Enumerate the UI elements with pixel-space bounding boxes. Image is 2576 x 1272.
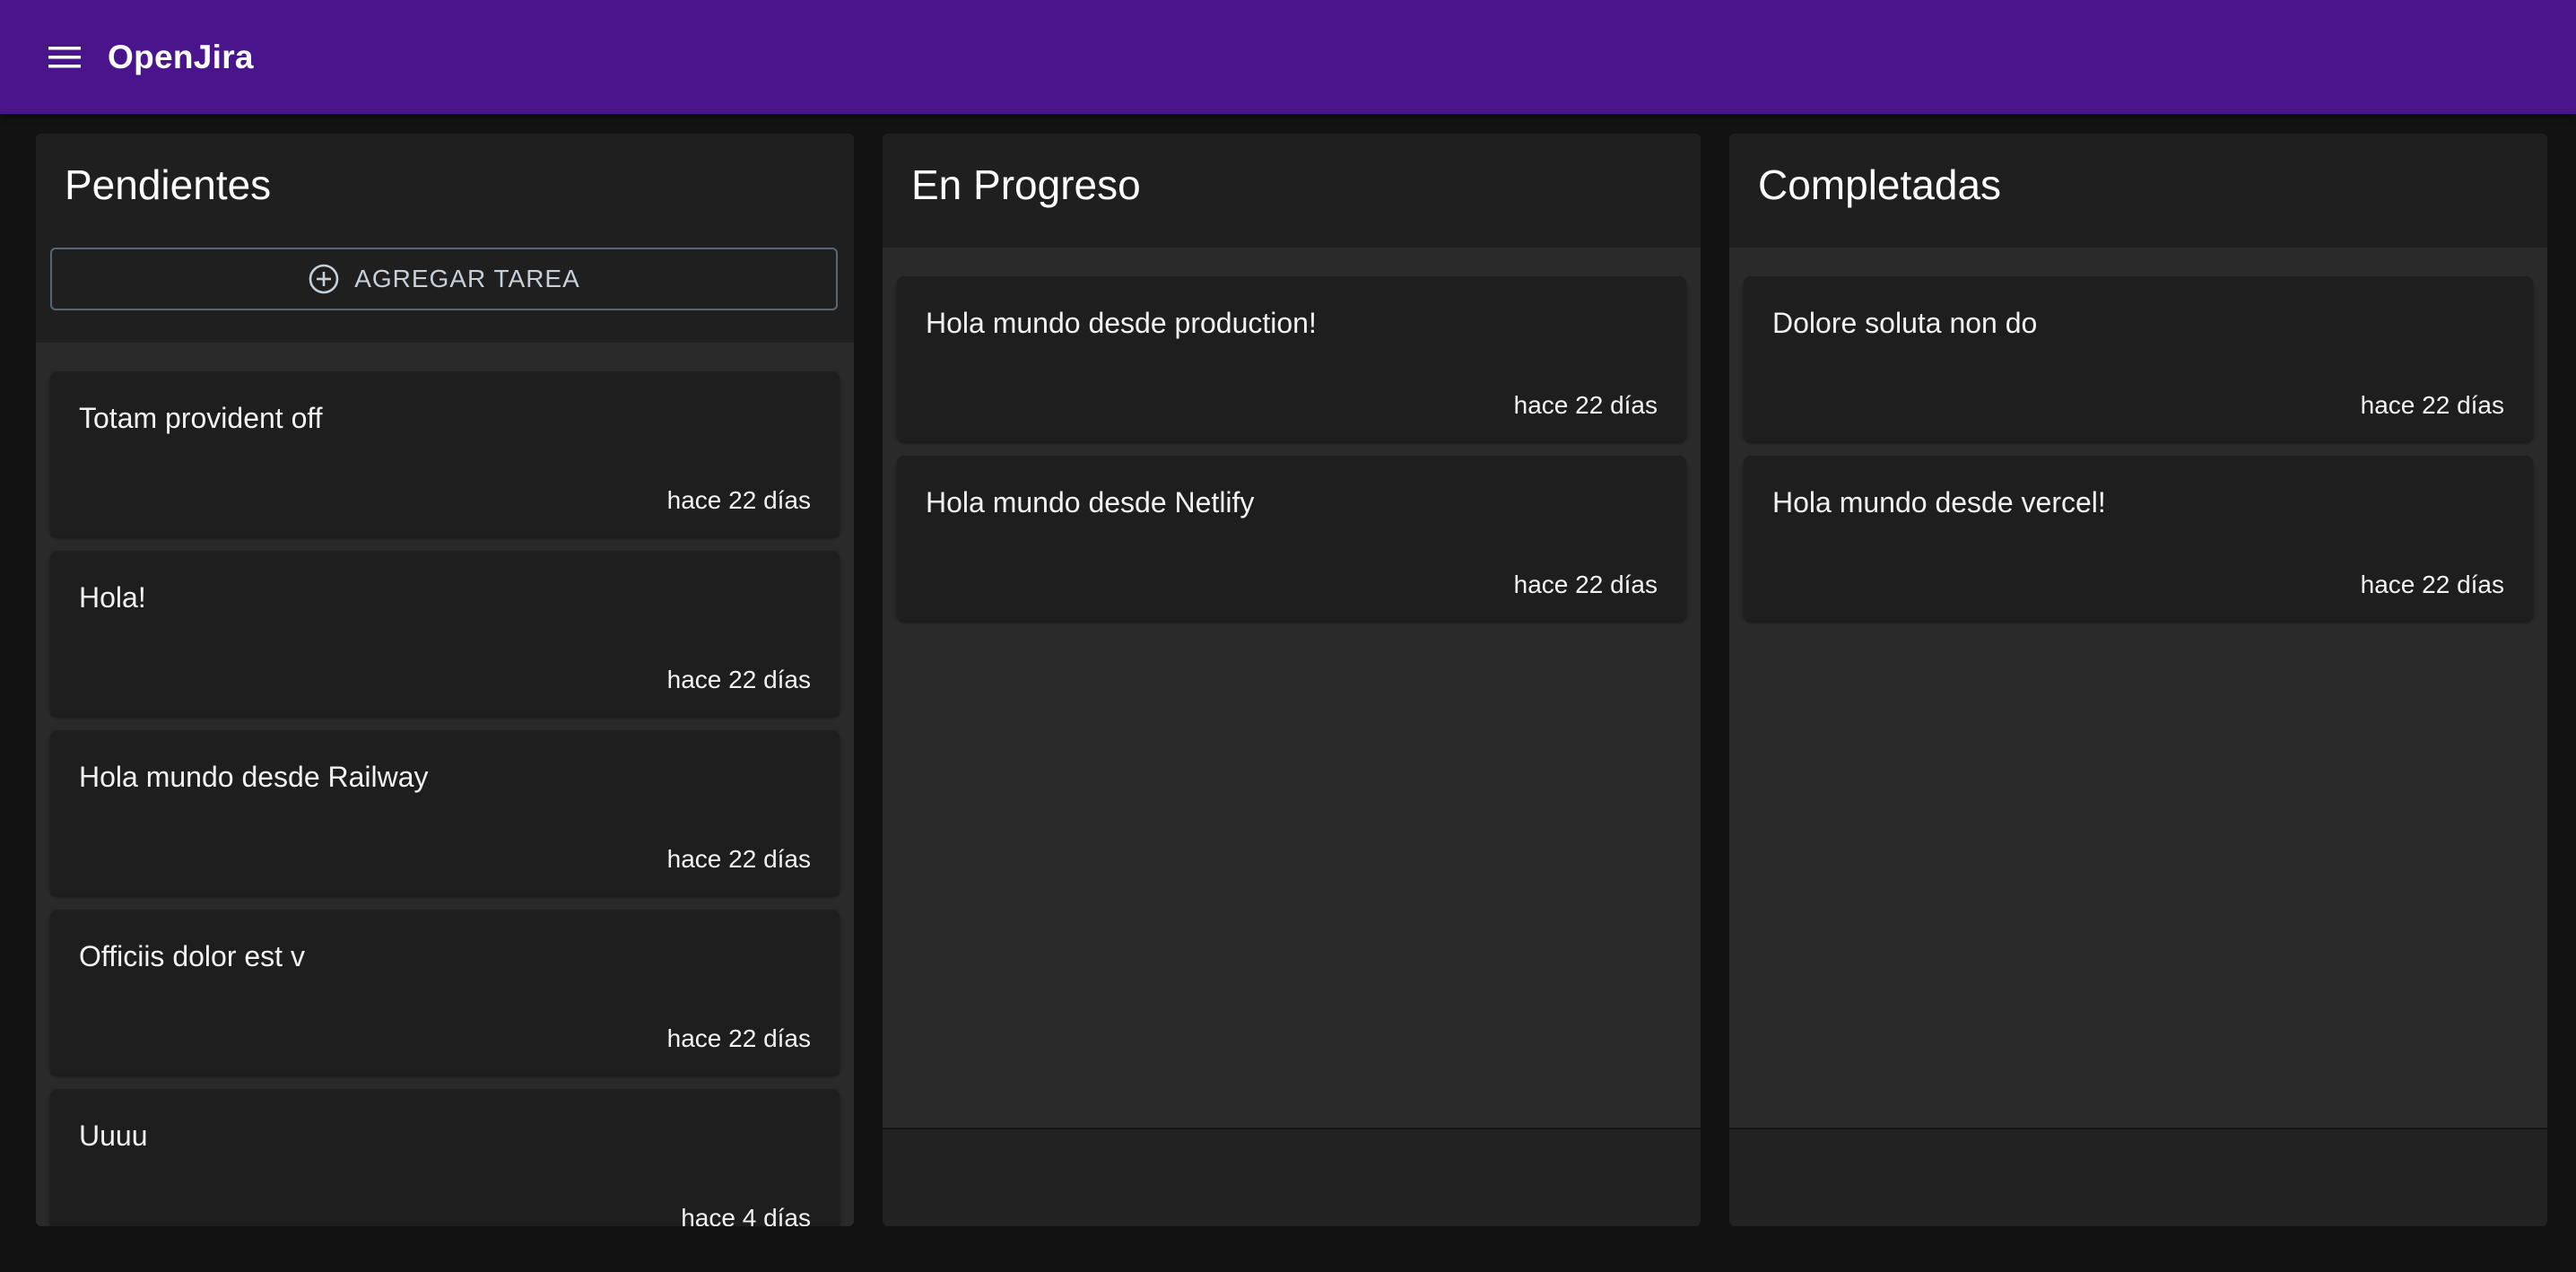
task-text: Hola mundo desde vercel! [1772, 486, 2106, 518]
column-pendientes: Pendientes AGREGAR TAREA Totam provident… [36, 134, 854, 1226]
task-time: hace 22 días [666, 1024, 811, 1052]
task-card[interactable]: Officiis dolor est v hace 22 días [50, 910, 840, 1075]
column-title: Pendientes [65, 161, 272, 208]
task-time: hace 22 días [666, 666, 811, 693]
task-card[interactable]: Hola mundo desde Railway hace 22 días [50, 730, 840, 895]
task-time: hace 22 días [2360, 391, 2504, 419]
task-time: hace 22 días [2360, 571, 2504, 598]
task-card[interactable]: Totam provident off hace 22 días [50, 371, 840, 536]
task-text: Uuuu [79, 1120, 148, 1152]
task-time: hace 22 días [1513, 571, 1658, 598]
column-en-progreso: En Progreso Hola mundo desde production!… [883, 134, 1701, 1226]
task-list: Dolore soluta non do hace 22 días Hola m… [1729, 248, 2547, 1128]
task-card[interactable]: Dolore soluta non do hace 22 días [1744, 276, 2533, 441]
task-text: Officiis dolor est v [79, 940, 305, 972]
task-text: Hola mundo desde production! [926, 307, 1317, 339]
add-task-label: AGREGAR TAREA [354, 265, 580, 292]
task-card[interactable]: Hola mundo desde Netlify hace 22 días [897, 456, 1686, 621]
task-text: Totam provident off [79, 402, 323, 434]
app-bar: OpenJira [0, 0, 2576, 114]
task-time: hace 22 días [666, 845, 811, 873]
task-text: Hola mundo desde Railway [79, 761, 429, 793]
task-time: hace 22 días [1513, 391, 1658, 419]
task-time: hace 22 días [666, 486, 811, 514]
add-circle-icon [309, 264, 339, 294]
task-text: Hola! [79, 581, 146, 614]
app-title: OpenJira [108, 38, 254, 75]
task-card[interactable]: Hola! hace 22 días [50, 551, 840, 716]
menu-icon [48, 46, 81, 67]
task-text: Hola mundo desde Netlify [926, 486, 1255, 518]
task-card[interactable]: Uuuu hace 4 días [50, 1089, 840, 1226]
add-task-button[interactable]: AGREGAR TAREA [50, 248, 838, 310]
task-card[interactable]: Hola mundo desde production! hace 22 día… [897, 276, 1686, 441]
task-card[interactable]: Hola mundo desde vercel! hace 22 días [1744, 456, 2533, 621]
task-text: Dolore soluta non do [1772, 307, 2038, 339]
task-list: Totam provident off hace 22 días Hola! h… [36, 343, 854, 1226]
menu-button[interactable] [45, 38, 84, 77]
task-time: hace 4 días [681, 1204, 811, 1226]
column-completadas: Completadas Dolore soluta non do hace 22… [1729, 134, 2547, 1226]
column-title: En Progreso [911, 161, 1141, 208]
column-title: Completadas [1758, 161, 2002, 208]
column-footer [1729, 1128, 2547, 1226]
task-list: Hola mundo desde production! hace 22 día… [883, 248, 1701, 1128]
column-footer [883, 1128, 1701, 1226]
